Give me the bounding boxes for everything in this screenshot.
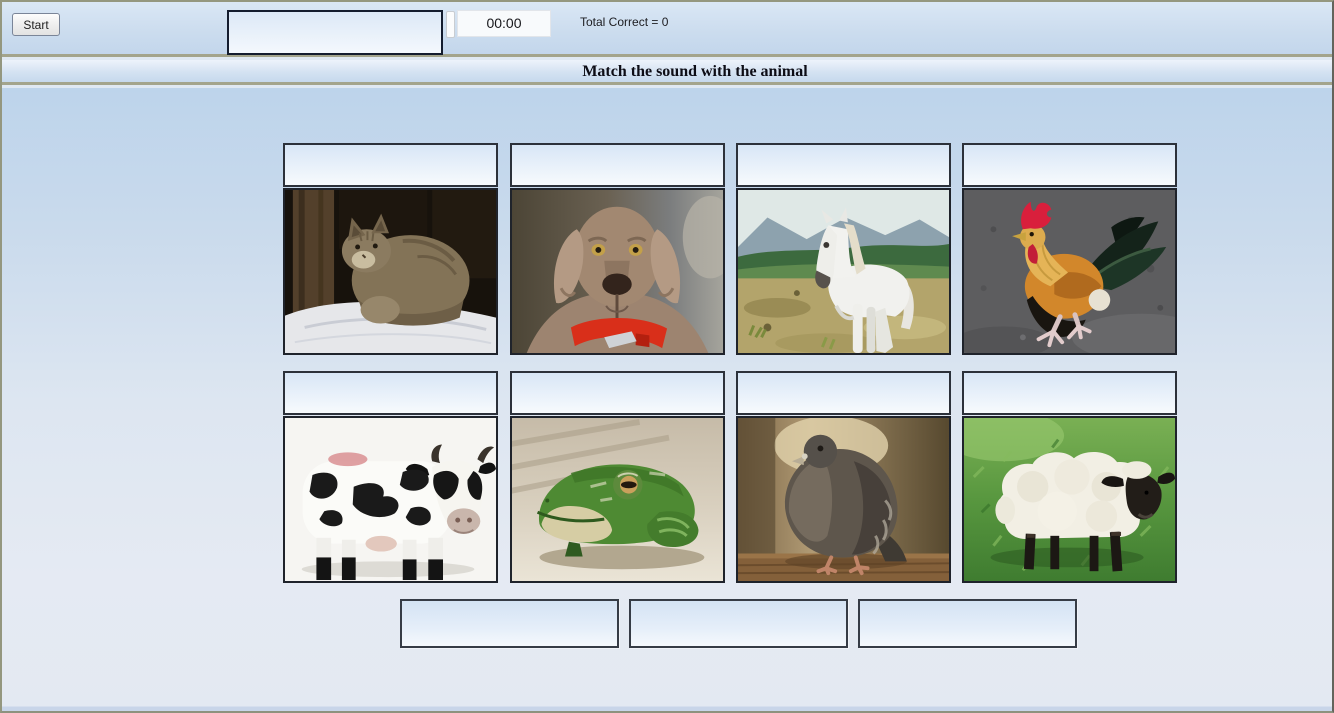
rooster-image[interactable] [962,188,1177,355]
cat-illustration [285,190,496,353]
instruction-bar: Match the sound with the animal [2,60,1332,85]
start-button[interactable]: Start [12,13,60,36]
pigeon-image[interactable] [736,416,951,583]
frog-image[interactable] [510,416,725,583]
dog-illustration [512,190,723,353]
timer-separator [446,11,455,38]
drop-slot-cow[interactable] [283,371,498,415]
drop-slot-dog[interactable] [510,143,725,187]
pigeon-illustration [738,418,949,581]
word-bank-slot-2[interactable] [629,599,848,648]
word-bank-slot-3[interactable] [858,599,1077,648]
drop-slot-cat[interactable] [283,143,498,187]
drop-slot-horse[interactable] [736,143,951,187]
toolbar: Start 00:00 Total Correct = 0 [2,2,1332,57]
bottom-strip [2,706,1332,711]
rooster-illustration [964,190,1175,353]
frog-illustration [512,418,723,581]
instruction-text: Match the sound with the animal [582,63,808,80]
dog-image[interactable] [510,188,725,355]
cat-image[interactable] [283,188,498,355]
sound-word-box [227,10,443,55]
word-bank-slot-1[interactable] [400,599,619,648]
horse-illustration [738,190,949,353]
drop-slot-pigeon[interactable] [736,371,951,415]
drop-slot-rooster[interactable] [962,143,1177,187]
sheep-image[interactable] [962,416,1177,583]
timer-display: 00:00 [457,10,551,37]
score-label: Total Correct = 0 [580,15,669,29]
cow-illustration [285,418,496,581]
drop-slot-frog[interactable] [510,371,725,415]
app-window: Start 00:00 Total Correct = 0 Match the … [0,0,1334,713]
horse-image[interactable] [736,188,951,355]
cow-image[interactable] [283,416,498,583]
sheep-illustration [964,418,1175,581]
drop-slot-sheep[interactable] [962,371,1177,415]
